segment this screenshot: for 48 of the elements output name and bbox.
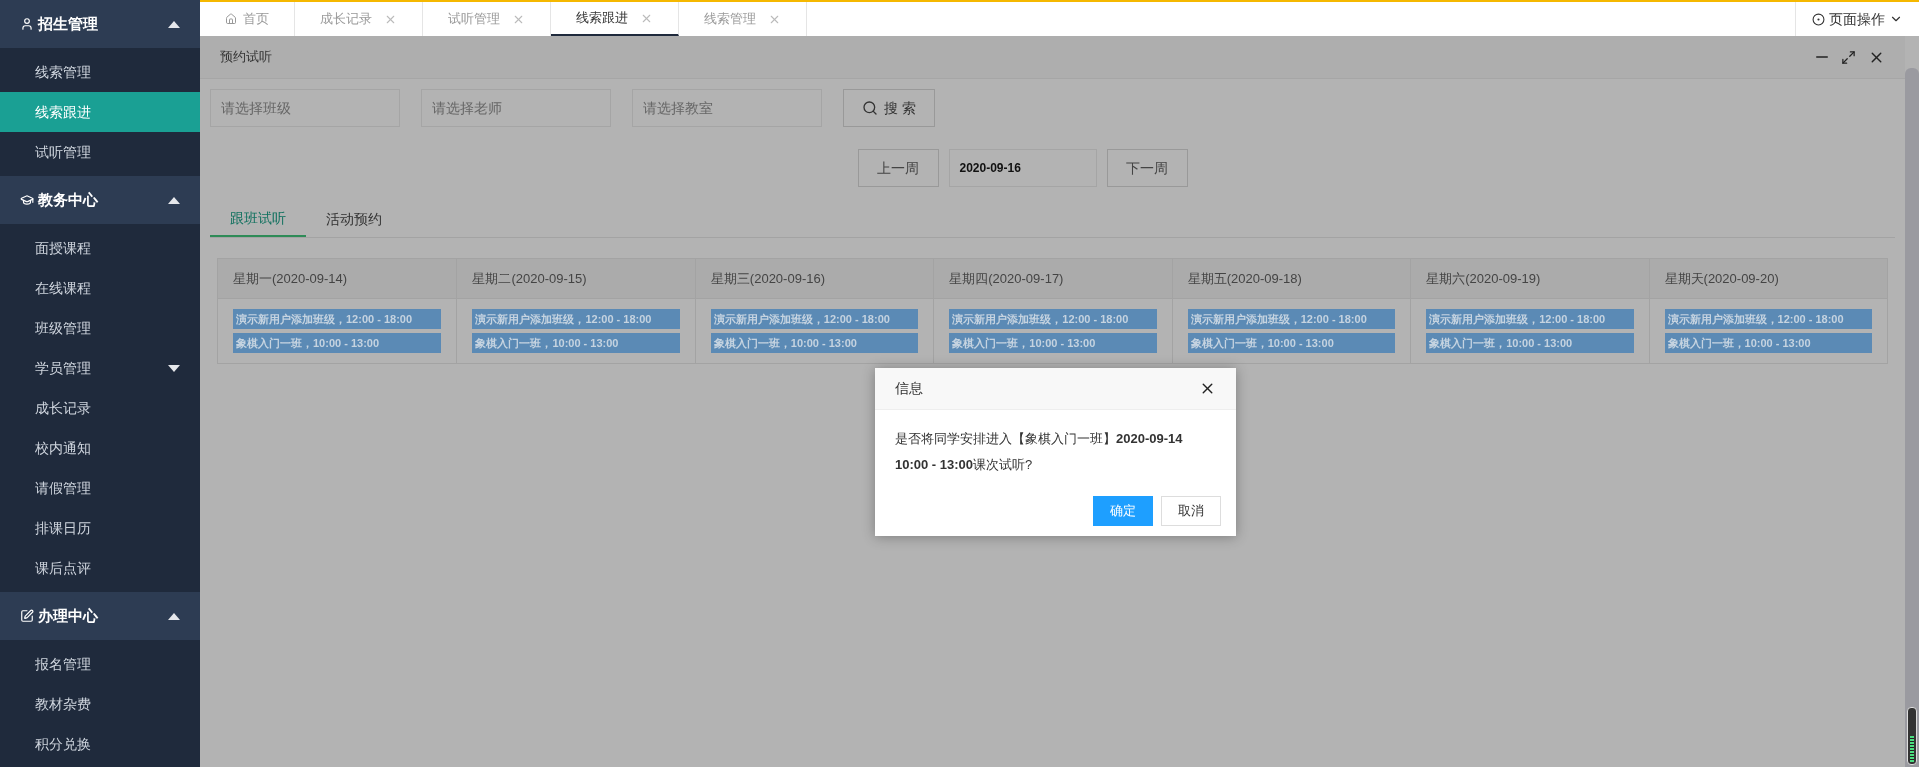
cancel-button[interactable]: 取消 bbox=[1161, 496, 1221, 526]
day-header: 星期天(2020-09-20) bbox=[1649, 259, 1887, 299]
next-week-button[interactable]: 下一周 bbox=[1106, 149, 1188, 187]
sidebar-item[interactable]: 试听管理 bbox=[0, 132, 200, 172]
collapse-caret-icon bbox=[168, 612, 180, 620]
sidebar-item[interactable]: 校内通知 bbox=[0, 428, 200, 468]
search-button[interactable]: 搜 索 bbox=[843, 89, 935, 127]
target-icon bbox=[1812, 12, 1825, 26]
sidebar-item[interactable]: 排课日历 bbox=[0, 508, 200, 548]
sidebar-item[interactable]: 报名管理 bbox=[0, 644, 200, 684]
day-header: 星期二(2020-09-15) bbox=[457, 259, 695, 299]
select-field[interactable]: 请选择教室 bbox=[632, 89, 822, 127]
content-tab[interactable]: 活动预约 bbox=[306, 201, 402, 237]
section-icon bbox=[20, 609, 34, 623]
section-icon bbox=[20, 17, 34, 31]
prev-week-button[interactable]: 上一周 bbox=[857, 149, 939, 187]
sidebar-item[interactable]: 面授课程 bbox=[0, 228, 200, 268]
search-icon bbox=[862, 100, 878, 116]
day-header: 星期六(2020-09-19) bbox=[1411, 259, 1649, 299]
sidebar-item[interactable]: 课后点评 bbox=[0, 548, 200, 588]
scrollbar[interactable] bbox=[1905, 68, 1919, 767]
expand-caret-icon bbox=[168, 364, 180, 372]
select-field[interactable]: 请选择班级 bbox=[210, 89, 400, 127]
day-header: 星期四(2020-09-17) bbox=[934, 259, 1172, 299]
collapse-caret-icon bbox=[168, 196, 180, 204]
sidebar-item[interactable]: 成长记录 bbox=[0, 388, 200, 428]
home-icon bbox=[225, 13, 237, 25]
sidebar-section-header[interactable]: 招生管理 bbox=[0, 0, 200, 48]
sidebar-section-header[interactable]: 办理中心 bbox=[0, 592, 200, 640]
section-icon bbox=[20, 193, 34, 207]
day-header: 星期三(2020-09-16) bbox=[695, 259, 934, 299]
sidebar-item[interactable]: 在线课程 bbox=[0, 268, 200, 308]
date-field[interactable]: 2020-09-16 bbox=[948, 149, 1097, 187]
select-field[interactable]: 请选择老师 bbox=[421, 89, 611, 127]
sidebar-item[interactable]: 学员管理 bbox=[0, 348, 200, 388]
sidebar-item[interactable]: 线索管理 bbox=[0, 52, 200, 92]
sidebar-item[interactable]: 线索跟进 bbox=[0, 92, 200, 132]
dialog-title: 信息 bbox=[895, 379, 924, 398]
panel-title: 预约试听 bbox=[220, 48, 273, 67]
maximize-icon[interactable] bbox=[1841, 49, 1856, 65]
sidebar-section-header[interactable]: 教务中心 bbox=[0, 176, 200, 224]
sidebar-item[interactable]: 请假管理 bbox=[0, 468, 200, 508]
collapse-caret-icon bbox=[168, 20, 180, 28]
sidebar-item[interactable]: 教材杂费 bbox=[0, 684, 200, 724]
day-header: 星期五(2020-09-18) bbox=[1172, 259, 1411, 299]
dialog-message: 是否将同学安排进入【象棋入门一班】2020-09-14 10:00 - 13:00课次试听? bbox=[894, 430, 1184, 474]
sidebar-item[interactable]: 积分兑换 bbox=[0, 724, 200, 764]
sidebar-item[interactable]: 班级管理 bbox=[0, 308, 200, 348]
